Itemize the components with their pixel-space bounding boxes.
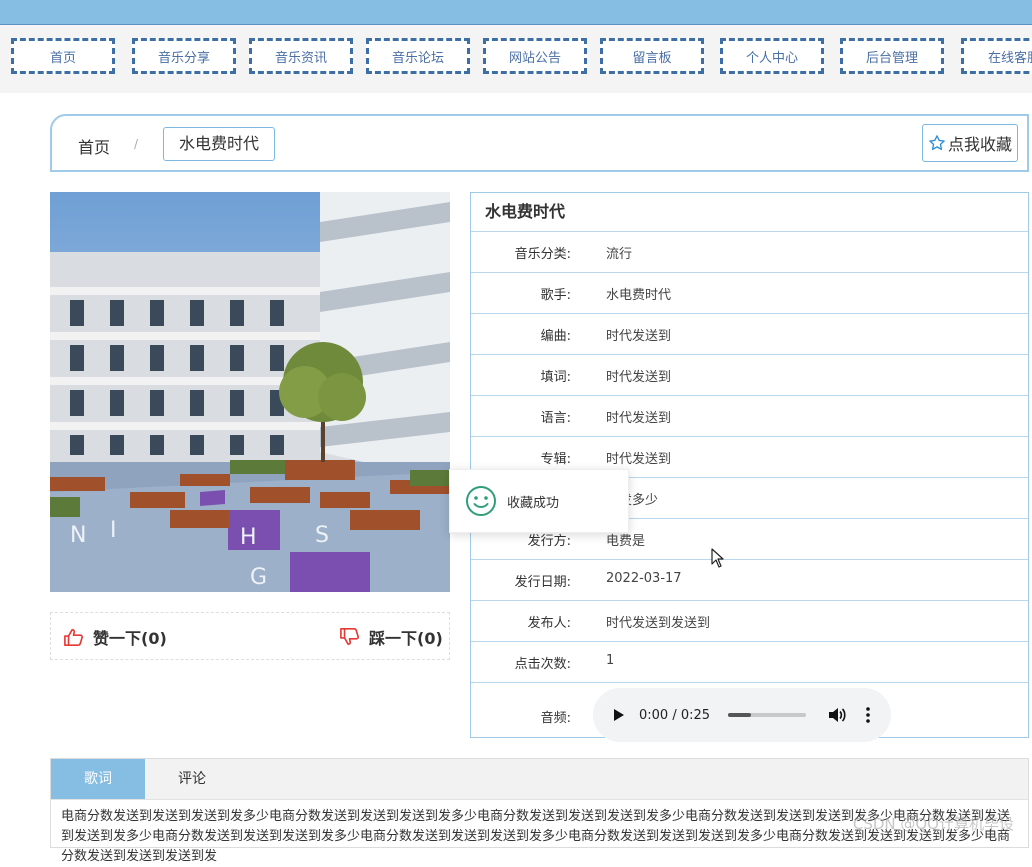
- like-button[interactable]: 赞一下(0): [63, 625, 167, 649]
- star-outline-icon: [929, 135, 945, 151]
- song-detail-panel: 水电费时代 音乐分类: 流行 歌手: 水电费时代 编曲: 时代发送到 填词: 时代发送到…: [470, 192, 1029, 742]
- detail-value: 水电费时代: [606, 288, 672, 303]
- nav-item-message-board[interactable]: 留言板: [600, 38, 704, 74]
- breadcrumb-separator: /: [134, 137, 139, 151]
- detail-value: 流行: [606, 247, 633, 262]
- dislike-button-label: 踩一下(0): [369, 629, 443, 648]
- more-options-icon[interactable]: [866, 707, 870, 723]
- audio-progress-track[interactable]: [728, 713, 807, 717]
- detail-label: 语言:: [540, 411, 571, 426]
- detail-value: 时代发送到: [606, 452, 672, 467]
- detail-label: 编曲:: [540, 329, 571, 344]
- thumbs-up-icon: [64, 628, 83, 646]
- toast-text: 收藏成功: [507, 495, 560, 511]
- watermark: CSDN @QQ计算机毕设: [852, 815, 1014, 833]
- tab-lyrics[interactable]: 歌词: [51, 759, 145, 799]
- svg-text:N: N: [70, 523, 86, 548]
- audio-time: 0:00 / 0:25: [639, 707, 711, 723]
- detail-row-release-date: 发行日期: 2022-03-17: [471, 560, 1028, 601]
- tab-comments[interactable]: 评论: [145, 759, 239, 799]
- detail-row-audio: 音频: 0:00 / 0:25: [471, 683, 1028, 749]
- nav-item-music-forum[interactable]: 音乐论坛: [366, 38, 470, 74]
- tab-header: 歌词 评论: [51, 759, 1028, 800]
- detail-row-singer: 歌手: 水电费时代: [471, 273, 1028, 314]
- detail-value: 时代发送到: [606, 370, 672, 385]
- breadcrumb-home-link[interactable]: 首页: [78, 134, 110, 158]
- top-bar: [0, 0, 1032, 25]
- lyrics-comments-tabs: 歌词 评论 电商分数发送到发送到发送到发多少电商分数发送到发送到发送到发多少电商…: [50, 758, 1029, 864]
- nav-item-music-news[interactable]: 音乐资讯: [249, 38, 353, 74]
- audio-label: 音频:: [540, 711, 571, 726]
- play-icon[interactable]: [613, 708, 625, 722]
- dislike-button[interactable]: 踩一下(0): [339, 625, 443, 649]
- like-button-label: 赞一下(0): [93, 629, 167, 648]
- detail-value: 时代发送到: [606, 329, 672, 344]
- detail-label: 填词:: [540, 370, 571, 385]
- detail-row-poster: 发布人: 时代发送到发送到: [471, 601, 1028, 642]
- svg-text:H: H: [240, 525, 257, 550]
- detail-label: 发行日期:: [514, 575, 571, 590]
- toast-message: 收藏成功: [449, 469, 629, 533]
- song-title: 水电费时代: [471, 193, 1028, 232]
- detail-value: 时代发送到: [606, 411, 672, 426]
- song-cover-image: NI H S G: [50, 192, 450, 592]
- vote-bar: 赞一下(0) 踩一下(0): [50, 612, 450, 660]
- nav-item-personal-center[interactable]: 个人中心: [720, 38, 824, 74]
- nav-item-admin[interactable]: 后台管理: [840, 38, 944, 74]
- detail-label: 音乐分类:: [514, 247, 571, 262]
- detail-value: 1: [606, 653, 615, 668]
- svg-text:S: S: [315, 523, 329, 548]
- svg-text:G: G: [250, 565, 267, 590]
- breadcrumb: 首页 / 水电费时代 点我收藏: [50, 114, 1029, 172]
- detail-label: 专辑:: [540, 452, 571, 467]
- detail-row-click-count: 点击次数: 1: [471, 642, 1028, 683]
- detail-row-language: 语言: 时代发送到: [471, 396, 1028, 437]
- mouse-cursor-icon: [711, 548, 724, 568]
- detail-row-arranger: 编曲: 时代发送到: [471, 314, 1028, 355]
- smile-icon: [466, 486, 496, 516]
- detail-value: 时代发送到发送到: [606, 616, 711, 631]
- detail-label: 点击次数:: [514, 657, 571, 672]
- svg-text:I: I: [110, 518, 117, 543]
- volume-icon[interactable]: [828, 707, 846, 723]
- detail-value: 2022-03-17: [606, 571, 682, 586]
- favorite-button-label: 点我收藏: [947, 135, 1012, 154]
- detail-row-lyricist: 填词: 时代发送到: [471, 355, 1028, 396]
- audio-player[interactable]: 0:00 / 0:25: [593, 688, 891, 742]
- thumbs-down-icon: [340, 628, 359, 646]
- nav-item-announcements[interactable]: 网站公告: [483, 38, 587, 74]
- audio-progress-fill: [728, 713, 752, 717]
- main-nav: 首页 音乐分享 音乐资讯 音乐论坛 网站公告 留言板 个人中心 后台管理 在线客…: [0, 25, 1032, 93]
- detail-label: 发布人:: [527, 616, 571, 631]
- breadcrumb-current: 水电费时代: [163, 127, 276, 161]
- detail-row-category: 音乐分类: 流行: [471, 232, 1028, 273]
- nav-item-home[interactable]: 首页: [11, 38, 115, 74]
- nav-item-music-share[interactable]: 音乐分享: [132, 38, 236, 74]
- detail-label: 歌手:: [540, 288, 571, 303]
- favorite-button[interactable]: 点我收藏: [922, 124, 1018, 162]
- nav-item-online-service[interactable]: 在线客服: [961, 38, 1032, 74]
